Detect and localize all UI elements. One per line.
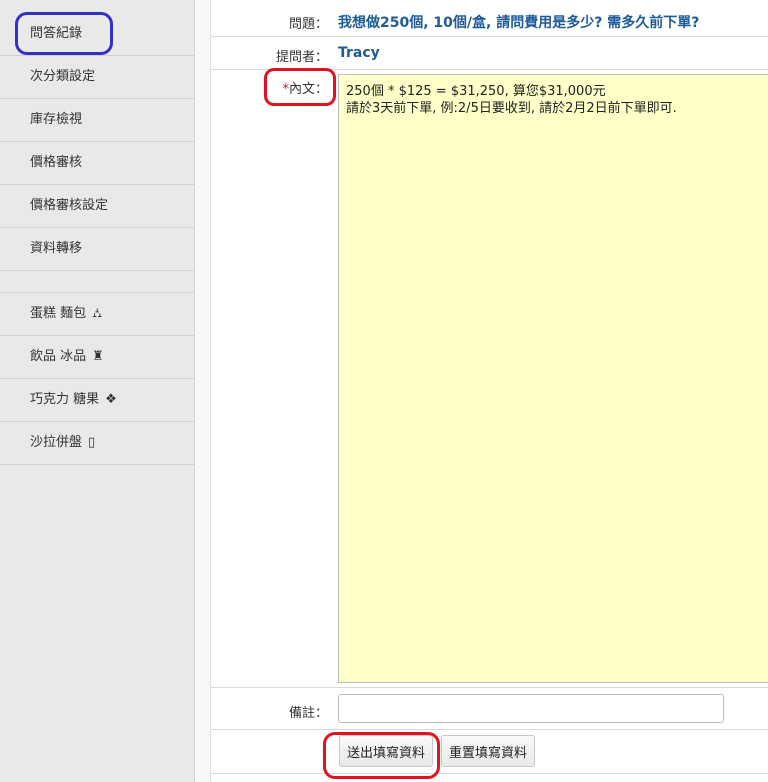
content-label: *內文： [211, 78, 328, 97]
reset-button[interactable]: 重置填寫資料 [441, 735, 536, 767]
sidebar-item-label: 價格審核設定 [30, 198, 109, 213]
sidebar-item-label: 飲品 冰品 [30, 349, 87, 364]
asker-label: 提問者： [275, 50, 328, 65]
candy-icon: ❖ [105, 392, 117, 407]
drink-icon: ♜ [92, 349, 104, 364]
asker-value: Tracy [338, 45, 380, 61]
content-label-text: 內文： [288, 82, 328, 97]
question-row: 問題： 我想做250個, 10個/盒, 請問費用是多少? 需多久前下單? [211, 0, 768, 37]
sidebar-item-label: 價格審核 [30, 155, 83, 170]
sidebar-item-data-transfer[interactable]: 資料轉移 [0, 228, 195, 271]
submit-button[interactable]: 送出填寫資料 [339, 735, 434, 767]
sidebar-item-price-review[interactable]: 價格審核 [0, 142, 195, 185]
sidebar-item-label: 沙拉併盤 [30, 435, 83, 450]
content-gutter [196, 0, 211, 782]
sidebar-divider [0, 271, 195, 293]
sidebar-item-price-review-settings[interactable]: 價格審核設定 [0, 185, 195, 228]
sidebar-item-label: 次分類設定 [30, 69, 96, 84]
sidebar-item-cake-bread[interactable]: 蛋糕 麵包 ⛼ [0, 293, 195, 336]
sidebar-item-qa-records[interactable]: 問答紀錄 [0, 13, 195, 56]
sidebar-item-label: 巧克力 糖果 [30, 392, 100, 407]
question-value: 我想做250個, 10個/盒, 請問費用是多少? 需多久前下單? [338, 15, 700, 31]
sidebar-item-inventory-view[interactable]: 庫存檢視 [0, 99, 195, 142]
content-textarea[interactable] [338, 74, 768, 683]
sidebar-item-label: 問答紀錄 [30, 26, 83, 41]
question-label: 問題： [288, 17, 328, 32]
asker-row: 提問者： Tracy [211, 37, 768, 70]
sidebar-item-label: 庫存檢視 [30, 112, 83, 127]
sidebar-item-label: 蛋糕 麵包 [30, 306, 87, 321]
sidebar-item-label: 資料轉移 [30, 241, 83, 256]
qa-reply-form: 問題： 我想做250個, 10個/盒, 請問費用是多少? 需多久前下單? 提問者… [211, 0, 768, 782]
sidebar-item-drinks-ice[interactable]: 飲品 冰品 ♜ [0, 336, 195, 379]
sidebar: 問答紀錄 次分類設定 庫存檢視 價格審核 價格審核設定 資料轉移 蛋糕 麵包 ⛼ … [0, 0, 195, 782]
cake-icon: ⛼ [92, 306, 103, 321]
sidebar-item-chocolate-candy[interactable]: 巧克力 糖果 ❖ [0, 379, 195, 422]
sidebar-item-subcategory-settings[interactable]: 次分類設定 [0, 56, 195, 99]
sidebar-item-salad-platter[interactable]: 沙拉併盤 ▯ [0, 422, 195, 465]
salad-icon: ▯ [88, 435, 96, 450]
remark-label: 備註： [288, 706, 328, 721]
remark-input[interactable] [338, 694, 724, 723]
